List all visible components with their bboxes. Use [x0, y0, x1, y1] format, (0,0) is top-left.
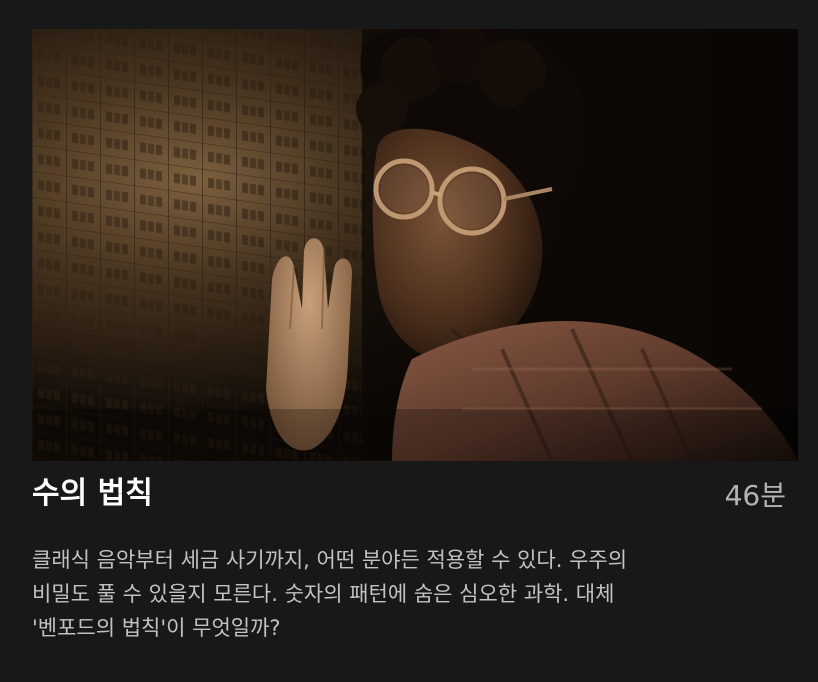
synopsis-line: 클래식 음악부터 세금 사기까지, 어떤 분야든 적용할 수 있다. 우주의	[32, 548, 628, 572]
episode-thumbnail[interactable]	[32, 29, 798, 461]
synopsis-line: '벤포드의 법칙'이 무엇일까?	[32, 616, 281, 640]
episode-duration: 46분	[724, 479, 786, 512]
episode-card[interactable]: 수의 법칙 46분 클래식 음악부터 세금 사기까지, 어떤 분야든 적용할 수…	[0, 0, 818, 682]
episode-title: 수의 법칙	[32, 476, 153, 511]
synopsis-line: 비밀도 풀 수 있을지 모른다. 숫자의 패턴에 숨은 심오한 과학. 대체	[32, 582, 615, 606]
episode-synopsis: 클래식 음악부터 세금 사기까지, 어떤 분야든 적용할 수 있다. 우주의 비…	[32, 543, 792, 645]
